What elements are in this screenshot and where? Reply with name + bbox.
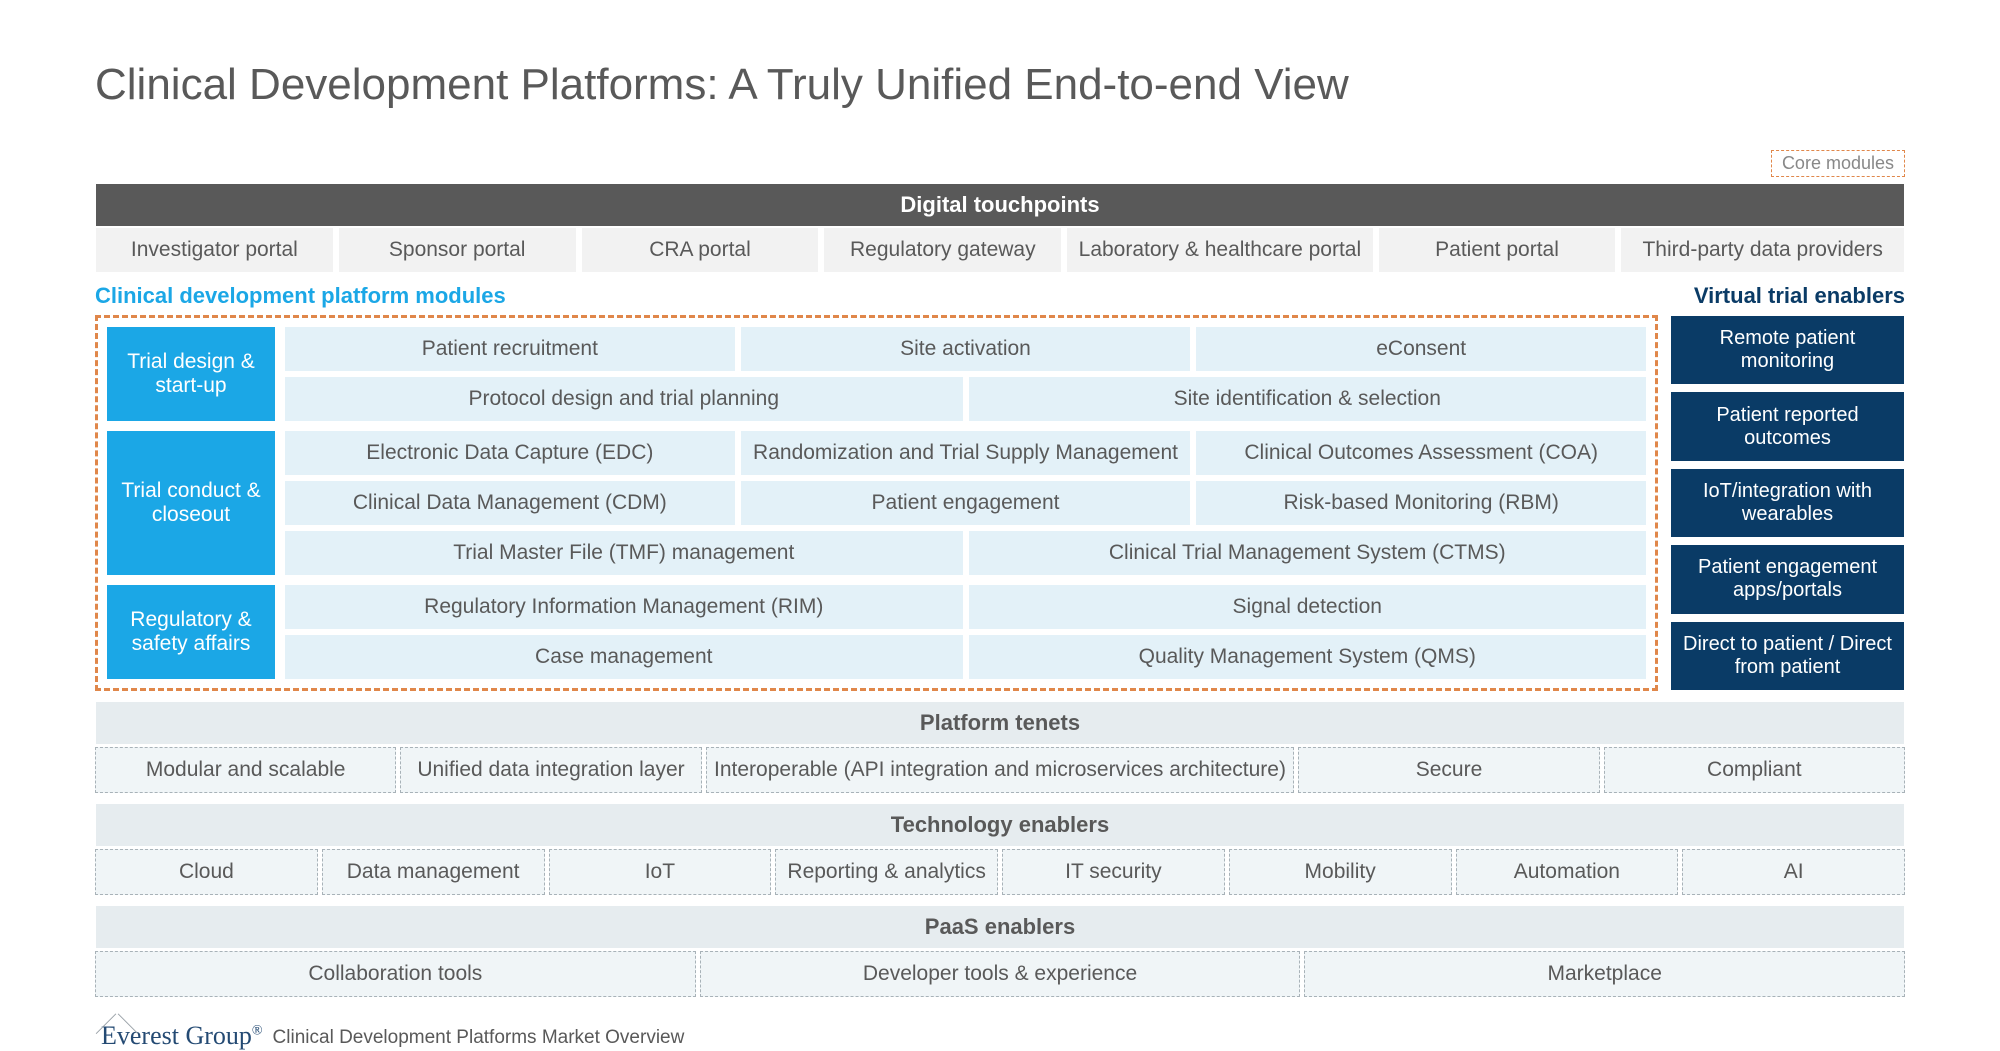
section-labels: Clinical development platform modules Vi… — [95, 283, 1905, 309]
paas-cell: Marketplace — [1304, 951, 1905, 997]
tech-cell: Mobility — [1229, 849, 1452, 895]
paas-enablers-header: PaaS enablers — [95, 905, 1905, 949]
tech-cell: Cloud — [95, 849, 318, 895]
vte-cell: IoT/integration with wearables — [1670, 468, 1905, 538]
module-cell: Clinical Data Management (CDM) — [284, 480, 736, 526]
touchpoint-cell: Regulatory gateway — [823, 227, 1062, 273]
module-cell: Regulatory Information Management (RIM) — [284, 584, 964, 630]
modules-section-label: Clinical development platform modules — [95, 283, 506, 309]
module-cell: Quality Management System (QMS) — [968, 634, 1648, 680]
tenet-cell: Modular and scalable — [95, 747, 396, 793]
vte-cell: Patient reported outcomes — [1670, 391, 1905, 461]
digital-touchpoints-row: Investigator portal Sponsor portal CRA p… — [95, 227, 1905, 273]
paas-cell: Developer tools & experience — [700, 951, 1301, 997]
paas-cell: Collaboration tools — [95, 951, 696, 997]
footer-text: Clinical Development Platforms Market Ov… — [273, 1027, 685, 1051]
module-cell: Protocol design and trial planning — [284, 376, 964, 422]
module-cell: Site activation — [740, 326, 1192, 372]
paas-enablers-row: Collaboration tools Developer tools & ex… — [95, 951, 1905, 997]
tech-cell: Automation — [1456, 849, 1679, 895]
module-cell: Site identification & selection — [968, 376, 1648, 422]
module-cell: Electronic Data Capture (EDC) — [284, 430, 736, 476]
vte-cell: Direct to patient / Direct from patient — [1670, 621, 1905, 691]
tenet-cell: Unified data integration layer — [400, 747, 701, 793]
module-cell: Clinical Trial Management System (CTMS) — [968, 530, 1648, 576]
digital-touchpoints-header: Digital touchpoints — [95, 183, 1905, 227]
tech-cell: IoT — [549, 849, 772, 895]
touchpoint-cell: Laboratory & healthcare portal — [1066, 227, 1373, 273]
core-modules-badge: Core modules — [1771, 150, 1905, 177]
tenet-cell: Interoperable (API integration and micro… — [706, 747, 1295, 793]
tech-cell: AI — [1682, 849, 1905, 895]
phase-regulatory-row: Regulatory & safety affairs Regulatory I… — [106, 584, 1647, 680]
virtual-trial-enablers-column: Remote patient monitoring Patient report… — [1670, 315, 1905, 691]
touchpoint-cell: Third-party data providers — [1620, 227, 1905, 273]
module-cell: eConsent — [1195, 326, 1647, 372]
phase-design-grid: Patient recruitment Site activation eCon… — [284, 326, 1647, 422]
module-cell: Risk-based Monitoring (RBM) — [1195, 480, 1647, 526]
core-area: Trial design & start-up Patient recruitm… — [95, 315, 1905, 691]
tenet-cell: Compliant — [1604, 747, 1905, 793]
module-cell: Clinical Outcomes Assessment (COA) — [1195, 430, 1647, 476]
touchpoint-cell: Sponsor portal — [338, 227, 577, 273]
touchpoint-cell: Patient portal — [1378, 227, 1617, 273]
technology-enablers-header: Technology enablers — [95, 803, 1905, 847]
core-modules-badge-wrap: Core modules — [95, 150, 1905, 177]
module-cell: Patient recruitment — [284, 326, 736, 372]
technology-enablers-row: Cloud Data management IoT Reporting & an… — [95, 849, 1905, 895]
logo-reg: ® — [252, 1023, 263, 1038]
module-cell: Case management — [284, 634, 964, 680]
vte-cell: Patient engagement apps/portals — [1670, 544, 1905, 614]
module-cell: Signal detection — [968, 584, 1648, 630]
module-cell: Trial Master File (TMF) management — [284, 530, 964, 576]
phase-design-label: Trial design & start-up — [106, 326, 276, 422]
phase-design-row: Trial design & start-up Patient recruitm… — [106, 326, 1647, 422]
tenet-cell: Secure — [1298, 747, 1599, 793]
phase-conduct-grid: Electronic Data Capture (EDC) Randomizat… — [284, 430, 1647, 576]
touchpoint-cell: CRA portal — [581, 227, 820, 273]
virtual-enablers-section-label: Virtual trial enablers — [1694, 283, 1905, 309]
tech-cell: IT security — [1002, 849, 1225, 895]
platform-tenets-row: Modular and scalable Unified data integr… — [95, 747, 1905, 793]
phase-regulatory-grid: Regulatory Information Management (RIM) … — [284, 584, 1647, 680]
touchpoint-cell: Investigator portal — [95, 227, 334, 273]
phase-conduct-row: Trial conduct & closeout Electronic Data… — [106, 430, 1647, 576]
logo-caret-icon: ／＼ — [95, 1007, 139, 1039]
module-cell: Randomization and Trial Supply Managemen… — [740, 430, 1192, 476]
phase-conduct-label: Trial conduct & closeout — [106, 430, 276, 576]
tech-cell: Reporting & analytics — [775, 849, 998, 895]
core-modules-container: Trial design & start-up Patient recruitm… — [95, 315, 1658, 691]
page-title: Clinical Development Platforms: A Truly … — [95, 60, 1905, 110]
vte-cell: Remote patient monitoring — [1670, 315, 1905, 385]
tech-cell: Data management — [322, 849, 545, 895]
module-cell: Patient engagement — [740, 480, 1192, 526]
phase-regulatory-label: Regulatory & safety affairs — [106, 584, 276, 680]
platform-tenets-header: Platform tenets — [95, 701, 1905, 745]
